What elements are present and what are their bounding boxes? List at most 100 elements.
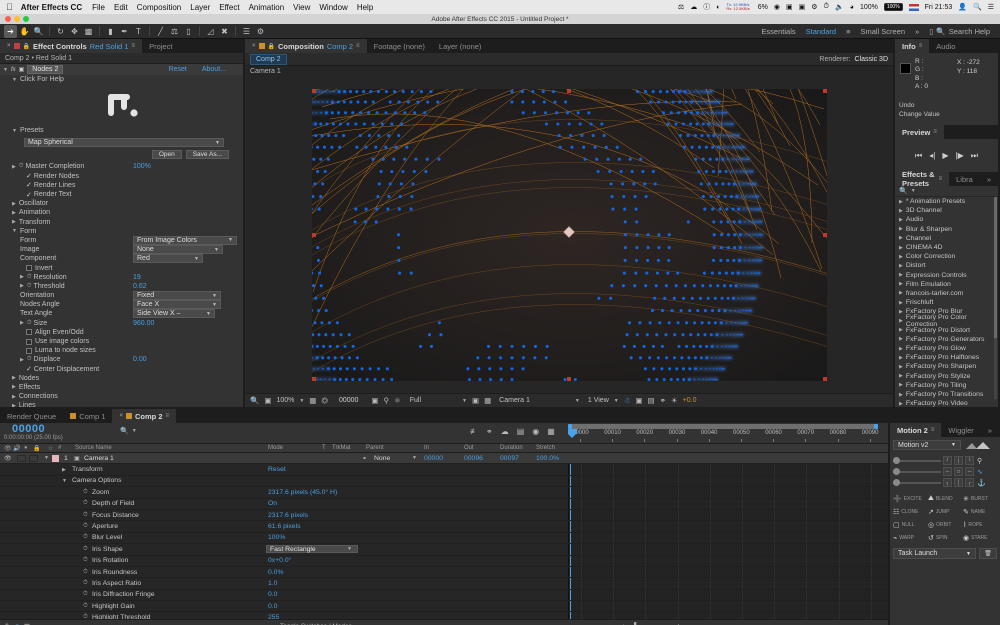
property-value[interactable]: 0.0 bbox=[268, 591, 277, 598]
panel-menu-icon[interactable]: ≡ bbox=[132, 43, 136, 49]
disclosure-triangle-icon[interactable]: ▶ bbox=[899, 346, 903, 352]
panel-menu-icon[interactable]: ≡ bbox=[933, 129, 937, 135]
close-icon[interactable]: × bbox=[119, 413, 123, 419]
timeline-property-row[interactable]: ▼ Camera Options bbox=[0, 476, 888, 487]
chevron-down-icon[interactable]: ▼ bbox=[299, 398, 304, 404]
search-help-label[interactable]: Search Help bbox=[949, 27, 990, 36]
checkmark-icon[interactable]: ✓ bbox=[26, 191, 34, 199]
disclosure-triangle-icon[interactable]: ▶ bbox=[899, 327, 903, 333]
menu-edit[interactable]: Edit bbox=[114, 3, 128, 12]
effect-param-row[interactable]: Nodes Angle Face X ▼ bbox=[0, 300, 243, 309]
workspace-menu-icon[interactable]: ≡ bbox=[846, 27, 850, 36]
effect-param-row[interactable]: ▶ Transform bbox=[0, 218, 243, 227]
motion-button-clone[interactable]: ☷ CLONE bbox=[893, 506, 927, 517]
disclosure-triangle-icon[interactable]: ▶ bbox=[899, 235, 903, 241]
live-update-icon[interactable]: ≢ bbox=[470, 427, 478, 436]
timeline-search[interactable]: 🔍 ▼ bbox=[120, 427, 137, 435]
composition-canvas[interactable] bbox=[312, 89, 827, 381]
panel-menu-icon[interactable]: ≡ bbox=[931, 427, 935, 433]
effect-param-dropdown[interactable]: From Image Colors ▼ bbox=[133, 236, 237, 245]
stopwatch-icon[interactable]: ⏱ bbox=[83, 591, 88, 598]
motion-button-rope[interactable]: ⌇ ROPE bbox=[963, 519, 997, 530]
checkbox[interactable] bbox=[26, 265, 32, 271]
vpn-icon[interactable]: ◉ bbox=[774, 3, 780, 11]
effects-search-row[interactable]: 🔍 ▼ bbox=[895, 186, 998, 197]
pen-tool[interactable]: ✒ bbox=[118, 25, 131, 38]
effects-list-item[interactable]: ▶ FxFactory Pro Sharpen bbox=[895, 362, 998, 371]
effect-param-row[interactable]: Component Red ▼ bbox=[0, 254, 243, 263]
anchor-top-left-button[interactable]: ┘ bbox=[943, 456, 952, 465]
effect-param-row[interactable]: ▶ ⏱ Resolution 19 bbox=[0, 273, 243, 282]
disclosure-triangle-icon[interactable]: ▶ bbox=[899, 401, 903, 407]
effects-list-item[interactable]: ▶ Channel bbox=[895, 234, 998, 243]
effect-param-row[interactable]: ▶ Effects bbox=[0, 383, 243, 392]
disclosure-triangle-icon[interactable]: ▶ bbox=[899, 217, 903, 223]
motion-button-warp[interactable]: ⌁ WARP bbox=[893, 532, 927, 543]
anchor-top-right-button[interactable]: └ bbox=[965, 456, 974, 465]
effect-param-row[interactable]: ▼ Form bbox=[0, 227, 243, 236]
property-value[interactable]: 61.6 pixels bbox=[268, 523, 301, 530]
effect-param-row[interactable]: ▶ ⏱ Displace 0.00 bbox=[0, 355, 243, 364]
eraser-tool[interactable]: ▯ bbox=[182, 25, 195, 38]
align-tool[interactable]: ☰ bbox=[240, 25, 253, 38]
effects-list-item[interactable]: ▶ FxFactory Pro Halftones bbox=[895, 353, 998, 362]
menu-window[interactable]: Window bbox=[319, 3, 347, 12]
effect-param-row[interactable]: Orientation Fixed ▼ bbox=[0, 291, 243, 300]
effect-param-row[interactable]: Text Angle Side View X – ▼ bbox=[0, 309, 243, 318]
disclosure-triangle-icon[interactable]: ▶ bbox=[899, 355, 903, 361]
resolution-value[interactable]: Full bbox=[410, 397, 421, 404]
tab-render-queue[interactable]: Render Queue bbox=[0, 409, 63, 423]
pixel-aspect-icon[interactable]: ☃ bbox=[624, 396, 631, 405]
effect-enable-icon[interactable]: ▣ bbox=[19, 66, 25, 73]
region-of-interest-icon[interactable]: ▣ bbox=[472, 396, 479, 405]
effect-param-row[interactable]: Align Even/Odd bbox=[0, 328, 243, 337]
current-time-indicator[interactable] bbox=[568, 429, 577, 437]
effect-param-dropdown[interactable]: None ▼ bbox=[133, 245, 223, 254]
disclosure-triangle-icon[interactable]: ▶ bbox=[899, 300, 903, 306]
effect-param-row[interactable]: ▶ Animation bbox=[0, 208, 243, 217]
disclosure-triangle-icon[interactable]: ▶ bbox=[20, 320, 24, 326]
workspace-small-screen[interactable]: Small Screen bbox=[860, 27, 905, 36]
anchor-middle-right-button[interactable]: ─ bbox=[965, 467, 974, 476]
stopwatch-icon[interactable]: ⏱ bbox=[19, 163, 24, 170]
eye-icon[interactable]: 👁 bbox=[4, 445, 12, 452]
graph-editor-icon[interactable]: ▤ bbox=[517, 427, 525, 436]
effects-list-item[interactable]: ▶ 3D Channel bbox=[895, 206, 998, 215]
effects-list-item[interactable]: ▶ Film Emulation bbox=[895, 280, 998, 289]
col-number[interactable]: # bbox=[58, 445, 61, 451]
disclosure-triangle-icon[interactable]: ▶ bbox=[899, 245, 903, 251]
property-value[interactable]: 2317.6 pixels bbox=[268, 512, 308, 519]
effect-param-row[interactable]: Form From Image Colors ▼ bbox=[0, 236, 243, 245]
save-preset-button[interactable]: Save As... bbox=[186, 150, 229, 159]
menu-effect[interactable]: Effect bbox=[219, 3, 239, 12]
disclosure-triangle-icon[interactable]: ▶ bbox=[899, 290, 903, 296]
timeline-property-row[interactable]: ⏱ Blur Level 100% bbox=[0, 533, 888, 544]
col-mode[interactable]: Mode bbox=[268, 445, 283, 451]
task-launch-dropdown[interactable]: Task Launch ▼ bbox=[893, 548, 976, 559]
pin-icon[interactable]: ⚲ bbox=[977, 457, 982, 465]
property-value[interactable]: 1.0 bbox=[268, 580, 277, 587]
effect-name[interactable]: Nodes 2 bbox=[27, 65, 63, 74]
disclosure-triangle-icon[interactable]: ▼ bbox=[12, 128, 17, 134]
tab-motion-2[interactable]: Motion 2 ≡ bbox=[890, 423, 941, 437]
col-source-name[interactable]: Source Name bbox=[75, 445, 112, 451]
apple-menu-icon[interactable]:  bbox=[6, 2, 13, 12]
timeline-property-row[interactable]: ⏱ Aperture 61.6 pixels bbox=[0, 521, 888, 532]
disclosure-triangle-icon[interactable]: ▶ bbox=[899, 309, 903, 315]
tab-effects-presets[interactable]: Effects & Presets ≡ bbox=[895, 172, 949, 186]
tab-effect-controls[interactable]: × 🔒 Effect Controls Red Solid 1 ≡ bbox=[0, 39, 142, 53]
disclosure-triangle-icon[interactable]: ▶ bbox=[899, 318, 903, 324]
fast-previews-icon[interactable]: ▣ bbox=[635, 396, 642, 405]
panel-menu-icon[interactable]: ≡ bbox=[356, 43, 360, 49]
display-icon[interactable]: ▣ bbox=[799, 3, 806, 11]
layer-parent[interactable]: None bbox=[374, 455, 390, 462]
selection-handle[interactable] bbox=[823, 89, 827, 93]
panel-menu-icon[interactable]: ≡ bbox=[166, 413, 170, 419]
effect-param-value[interactable]: 100% bbox=[133, 163, 151, 170]
selection-tool[interactable]: ➔ bbox=[4, 25, 17, 38]
show-snapshot-icon[interactable]: ⚲ bbox=[384, 396, 390, 405]
comp-flowchart-icon[interactable]: ⚭ bbox=[660, 396, 666, 405]
brush-tool[interactable]: ╱ bbox=[154, 25, 167, 38]
stopwatch-icon[interactable]: ⏱ bbox=[83, 534, 88, 541]
layer-solo-toggle[interactable] bbox=[29, 455, 38, 462]
